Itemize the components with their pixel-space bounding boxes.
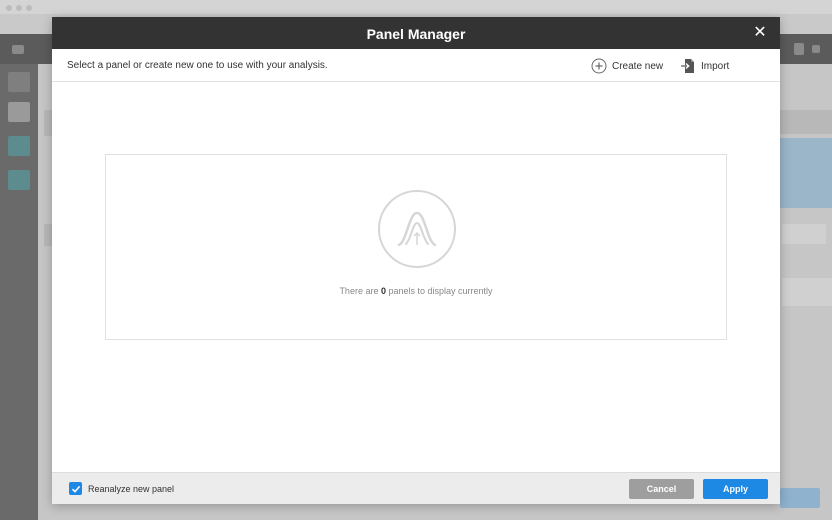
apply-button[interactable]: Apply: [703, 479, 768, 499]
background-card: [776, 110, 832, 134]
import-label: Import: [701, 60, 730, 72]
import-button[interactable]: Import: [680, 57, 729, 75]
empty-state-box: There are 0 panels to display currently: [105, 154, 727, 340]
modal-toolbar: Select a panel or create new one to use …: [52, 49, 780, 82]
background-card: [782, 278, 832, 306]
reanalyze-label: Reanalyze new panel: [88, 483, 175, 494]
modal-titlebar: Panel Manager ✕: [52, 17, 780, 49]
background-home-icon: [8, 72, 30, 92]
empty-state-message: There are 0 panels to display currently: [339, 286, 493, 296]
create-new-label: Create new: [612, 60, 664, 72]
modal-footer: Reanalyze new panel Cancel Apply: [52, 472, 780, 504]
background-top-strip: [0, 0, 832, 14]
reanalyze-checkbox[interactable]: [69, 482, 82, 495]
background-blue-card: [778, 138, 832, 208]
background-sidebar: [0, 64, 38, 520]
instructions-text: Select a panel or create new one to use …: [67, 60, 328, 71]
background-sidebar-item: [8, 170, 30, 190]
background-chevron-icon: [812, 45, 820, 53]
background-window-dot: [6, 5, 12, 11]
background-window-dot: [16, 5, 22, 11]
background-user-icon: [794, 43, 804, 55]
create-new-button[interactable]: Create new: [591, 57, 663, 75]
checkmark-icon: [71, 485, 80, 493]
peak-histogram-icon: [377, 189, 457, 269]
background-sidebar-item: [8, 102, 30, 122]
panel-manager-modal: Panel Manager ✕ Select a panel or create…: [52, 17, 780, 504]
import-file-icon: [680, 58, 696, 74]
background-sidebar-item: [8, 136, 30, 156]
background-menu-icon: [12, 45, 24, 54]
close-icon: ✕: [753, 24, 767, 41]
background-window-dot: [26, 5, 32, 11]
reanalyze-option: Reanalyze new panel: [69, 482, 174, 495]
modal-title: Panel Manager: [366, 26, 466, 42]
background-card: [782, 224, 826, 244]
close-button[interactable]: ✕: [750, 23, 770, 43]
background-button: [780, 488, 820, 508]
cancel-button[interactable]: Cancel: [629, 479, 694, 499]
plus-circle-icon: [591, 58, 607, 74]
